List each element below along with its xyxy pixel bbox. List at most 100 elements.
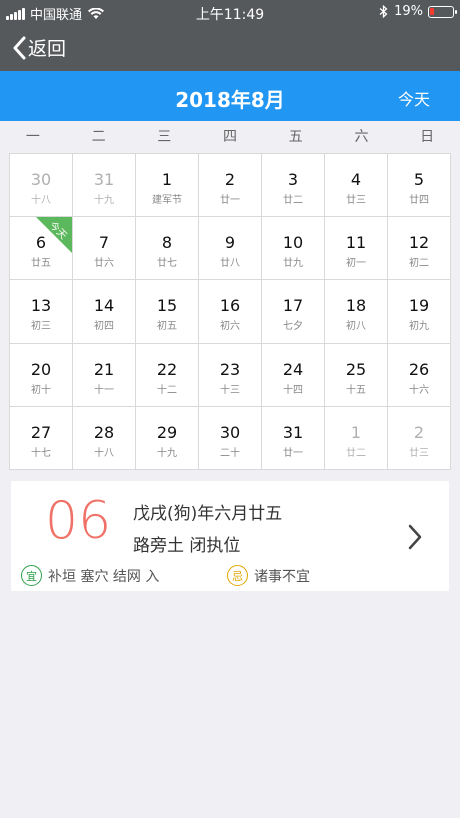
day-cell[interactable]: 19 初九 <box>388 280 451 344</box>
weekday-label: 六 <box>354 129 369 145</box>
weekday-label: 一 <box>25 129 40 145</box>
day-cell[interactable]: 1 廿二 <box>325 406 388 470</box>
day-cell[interactable]: 4 廿三 <box>325 154 388 218</box>
auspicious-row: 宜 补垣 塞穴 结网 入 <box>21 565 159 586</box>
lunar-day: 十八 <box>31 195 51 206</box>
day-cell[interactable]: 31 十九 <box>73 154 136 218</box>
day-number: 9 <box>224 233 236 253</box>
day-cell[interactable]: 28 十八 <box>73 406 136 470</box>
lunar-day: 十七 <box>31 447 51 459</box>
lunar-day: 廿六 <box>94 258 114 270</box>
day-cell[interactable]: 1 建军节 <box>136 154 199 218</box>
selected-day-number: 06 <box>45 491 112 551</box>
day-number: 21 <box>93 359 115 379</box>
battery-percent: 19% <box>394 4 423 19</box>
day-cell[interactable]: 29 十九 <box>136 406 199 470</box>
day-number: 10 <box>282 233 304 253</box>
day-number: 24 <box>282 359 304 379</box>
day-number: 28 <box>93 422 115 442</box>
day-detail-card[interactable]: 06 戊戌(狗)年六月廿五 路旁土 闭执位 宜 补垣 塞穴 结网 入 忌 诸事不… <box>11 481 449 591</box>
lunar-day: 二十 <box>220 447 240 459</box>
day-cell[interactable]: 7 廿六 <box>73 217 136 281</box>
day-cell[interactable]: 27 十七 <box>10 406 73 470</box>
day-number: 4 <box>350 170 362 189</box>
day-cell[interactable]: 20 初十 <box>10 343 73 407</box>
day-number: 1 <box>161 170 173 189</box>
lunar-day: 廿七 <box>157 258 177 270</box>
day-cell[interactable]: 23 十三 <box>199 343 262 407</box>
weekday-label: 二 <box>91 129 106 145</box>
day-cell[interactable]: 5 廿四 <box>388 154 451 218</box>
day-cell[interactable]: 11 初一 <box>325 217 388 281</box>
bluetooth-icon <box>379 5 388 18</box>
month-title[interactable]: 2018年8月 <box>0 84 460 113</box>
lunar-day: 廿二 <box>283 195 303 206</box>
day-number: 12 <box>408 233 430 253</box>
inauspicious-row: 忌 诸事不宜 <box>227 565 310 586</box>
lunar-day: 初五 <box>157 321 177 333</box>
lunar-day: 廿八 <box>220 258 240 270</box>
day-cell[interactable]: 30 十八 <box>10 154 73 218</box>
day-cell[interactable]: 8 廿七 <box>136 217 199 281</box>
day-cell[interactable]: 2 廿三 <box>388 406 451 470</box>
day-cell[interactable]: 21 十一 <box>73 343 136 407</box>
day-cell[interactable]: 31 廿一 <box>262 406 325 470</box>
back-label: 返回 <box>28 38 67 60</box>
day-cell[interactable]: 18 初八 <box>325 280 388 344</box>
day-number: 8 <box>161 233 173 253</box>
day-number: 29 <box>156 422 178 442</box>
day-cell[interactable]: 2 廿一 <box>199 154 262 218</box>
lunar-day: 初六 <box>220 321 240 333</box>
day-number: 18 <box>345 296 367 316</box>
day-number: 5 <box>413 170 425 189</box>
day-cell[interactable]: 13 初三 <box>10 280 73 344</box>
day-cell[interactable]: 26 十六 <box>388 343 451 407</box>
day-number: 1 <box>350 422 362 442</box>
today-button[interactable]: 今天 <box>398 86 430 110</box>
day-cell[interactable]: 10 廿九 <box>262 217 325 281</box>
day-cell[interactable]: 3 廿二 <box>262 154 325 218</box>
back-button[interactable]: 返回 <box>12 34 66 61</box>
lunar-day: 廿四 <box>409 195 429 206</box>
ganzhi-info: 路旁土 闭执位 <box>133 536 241 556</box>
day-cell[interactable]: 16 初六 <box>199 280 262 344</box>
lunar-day: 廿三 <box>346 195 366 206</box>
day-number: 19 <box>408 296 430 316</box>
day-number: 15 <box>156 296 178 316</box>
ji-badge-icon: 忌 <box>227 565 248 586</box>
lunar-day: 十九 <box>94 195 114 206</box>
lunar-day: 十九 <box>157 447 177 459</box>
chevron-left-icon <box>13 36 26 59</box>
lunar-day: 初九 <box>409 321 429 333</box>
day-cell[interactable]: 22 十二 <box>136 343 199 407</box>
calendar-grid: 30 十八 31 十九 1 建军节 2 廿一 3 廿二 4 廿三 5 廿四 6 廿五 今天 7 廿六 8 廿七 9 廿八 10… <box>9 153 451 470</box>
day-cell[interactable]: 24 十四 <box>262 343 325 407</box>
lunar-day: 廿九 <box>283 258 303 270</box>
day-number: 26 <box>408 359 430 379</box>
day-cell[interactable]: 25 十五 <box>325 343 388 407</box>
day-cell[interactable]: 14 初四 <box>73 280 136 344</box>
lunar-day: 十六 <box>409 384 429 396</box>
day-cell[interactable]: 15 初五 <box>136 280 199 344</box>
lunar-day: 初三 <box>31 321 51 333</box>
day-number: 2 <box>224 170 236 189</box>
lunar-day: 初二 <box>409 258 429 270</box>
day-cell[interactable]: 9 廿八 <box>199 217 262 281</box>
day-cell[interactable]: 17 七夕 <box>262 280 325 344</box>
weekday-label: 三 <box>157 129 172 145</box>
day-number: 2 <box>413 422 425 442</box>
lunar-day: 建军节 <box>152 195 182 206</box>
day-cell[interactable]: 12 初二 <box>388 217 451 281</box>
lunar-day: 廿一 <box>220 195 240 206</box>
day-number: 23 <box>219 359 241 379</box>
day-number: 30 <box>219 422 241 442</box>
day-cell[interactable]: 30 二十 <box>199 406 262 470</box>
day-number: 16 <box>219 296 241 316</box>
lunar-day: 十五 <box>346 384 366 396</box>
chevron-right-icon[interactable] <box>407 523 423 551</box>
day-cell-today[interactable]: 6 廿五 今天 <box>10 217 73 281</box>
day-number: 13 <box>30 296 52 316</box>
month-header: 2018年8月 今天 <box>0 71 460 121</box>
day-number: 14 <box>93 296 115 316</box>
lunar-day: 初十 <box>31 384 51 396</box>
